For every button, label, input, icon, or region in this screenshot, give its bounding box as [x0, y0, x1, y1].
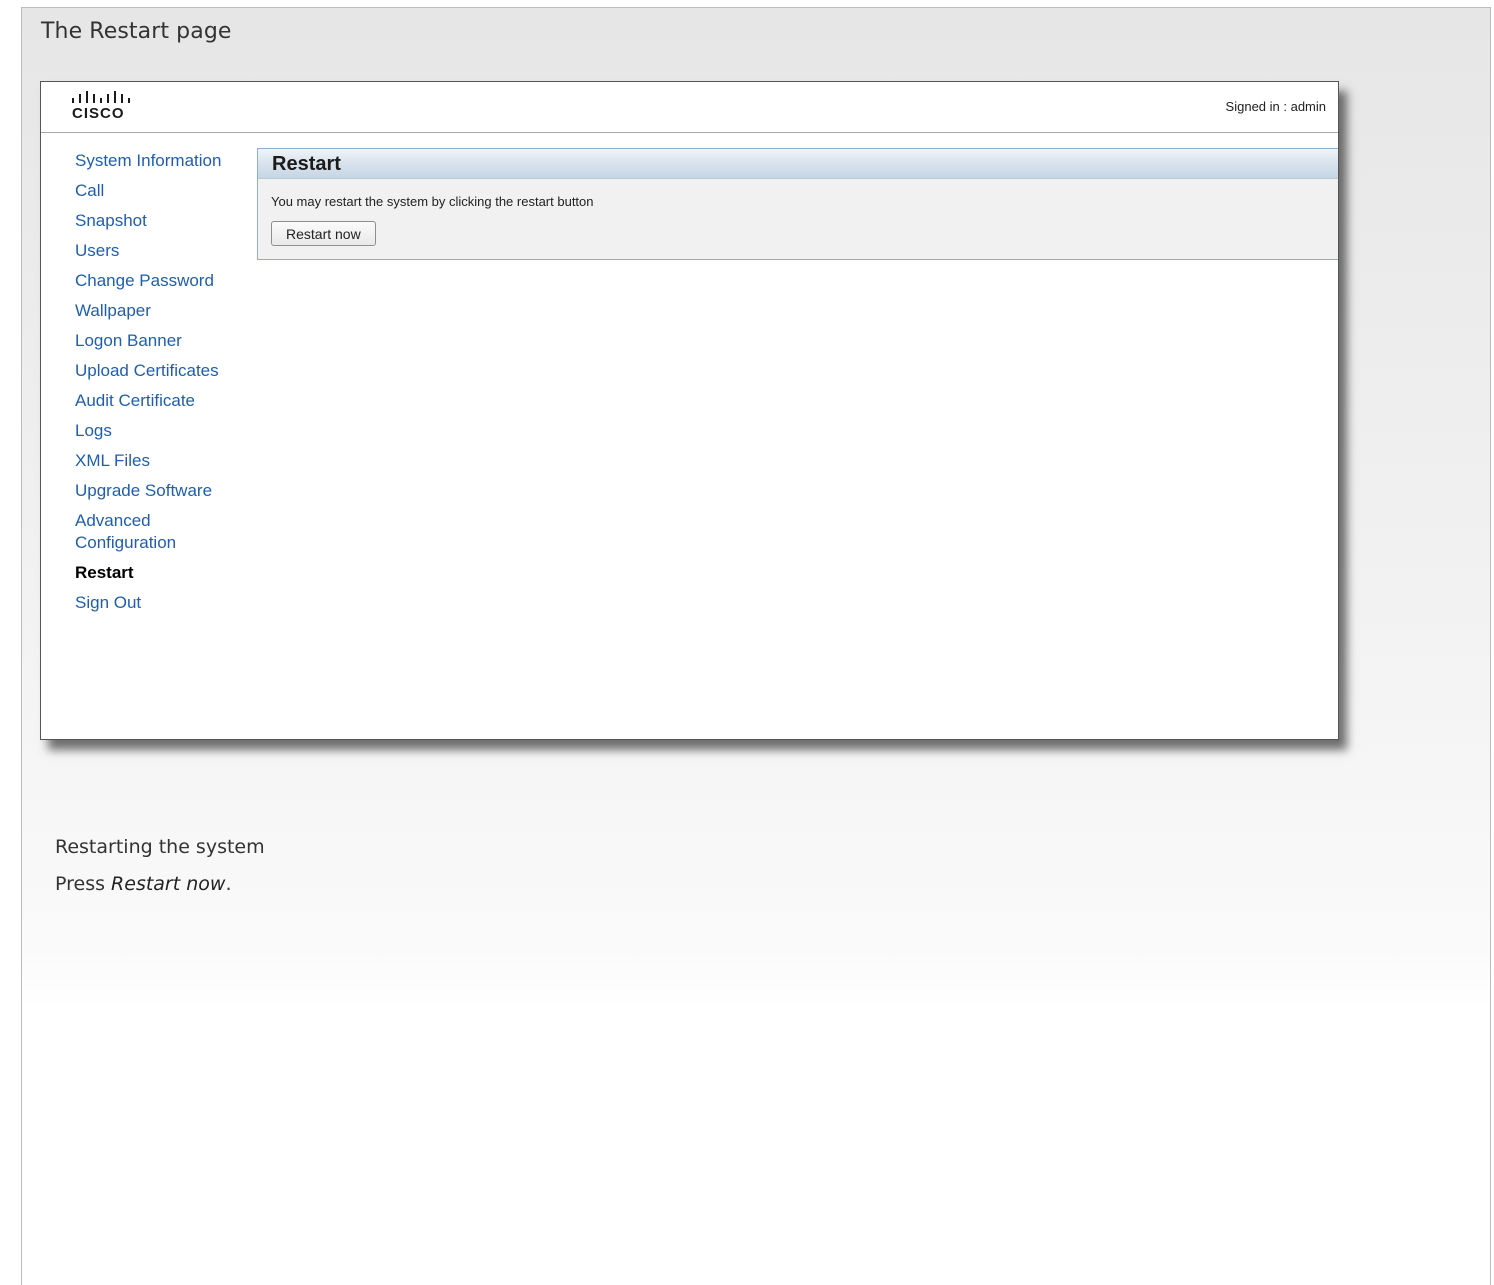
logo-wordmark: CISCO	[72, 105, 125, 122]
cisco-bars-icon	[72, 91, 130, 103]
app-header: CISCO Signed in : admin	[41, 82, 1338, 133]
nav-item-logs[interactable]: Logs	[75, 420, 255, 442]
restart-panel-header	[258, 149, 1338, 179]
nav-item-system-information[interactable]: System Information	[75, 150, 255, 172]
nav-item-logon-banner[interactable]: Logon Banner	[75, 330, 255, 352]
restart-panel-title: Restart	[272, 153, 341, 175]
nav-item-snapshot[interactable]: Snapshot	[75, 210, 255, 232]
sidebar-nav: System Information Call Snapshot Users C…	[75, 150, 255, 622]
instruction-prefix: Press	[55, 873, 112, 895]
nav-item-restart[interactable]: Restart	[75, 562, 255, 584]
nav-item-advanced-configuration[interactable]: Advanced Configuration	[75, 510, 255, 554]
restart-panel: Restart You may restart the system by cl…	[257, 148, 1338, 260]
section-caption: Restarting the system	[55, 836, 265, 858]
instruction-emphasis: Restart now	[111, 873, 226, 895]
instruction-text: Press Restart now.	[55, 873, 231, 895]
signed-in-status: Signed in : admin	[1225, 99, 1326, 114]
nav-item-users[interactable]: Users	[75, 240, 255, 262]
nav-item-audit-certificate[interactable]: Audit Certificate	[75, 390, 255, 412]
nav-item-upload-certificates[interactable]: Upload Certificates	[75, 360, 255, 382]
nav-item-call[interactable]: Call	[75, 180, 255, 202]
nav-item-upgrade-software[interactable]: Upgrade Software	[75, 480, 255, 502]
restart-description: You may restart the system by clicking t…	[271, 194, 594, 209]
nav-item-change-password[interactable]: Change Password	[75, 270, 255, 292]
nav-item-sign-out[interactable]: Sign Out	[75, 592, 255, 614]
cisco-logo-icon: CISCO	[71, 91, 141, 127]
nav-item-wallpaper[interactable]: Wallpaper	[75, 300, 255, 322]
admin-web-interface: CISCO Signed in : admin System Informati…	[40, 81, 1339, 740]
document-title: The Restart page	[41, 19, 232, 44]
nav-item-xml-files[interactable]: XML Files	[75, 450, 255, 472]
instruction-suffix: .	[225, 873, 232, 895]
restart-now-button[interactable]: Restart now	[271, 221, 376, 246]
